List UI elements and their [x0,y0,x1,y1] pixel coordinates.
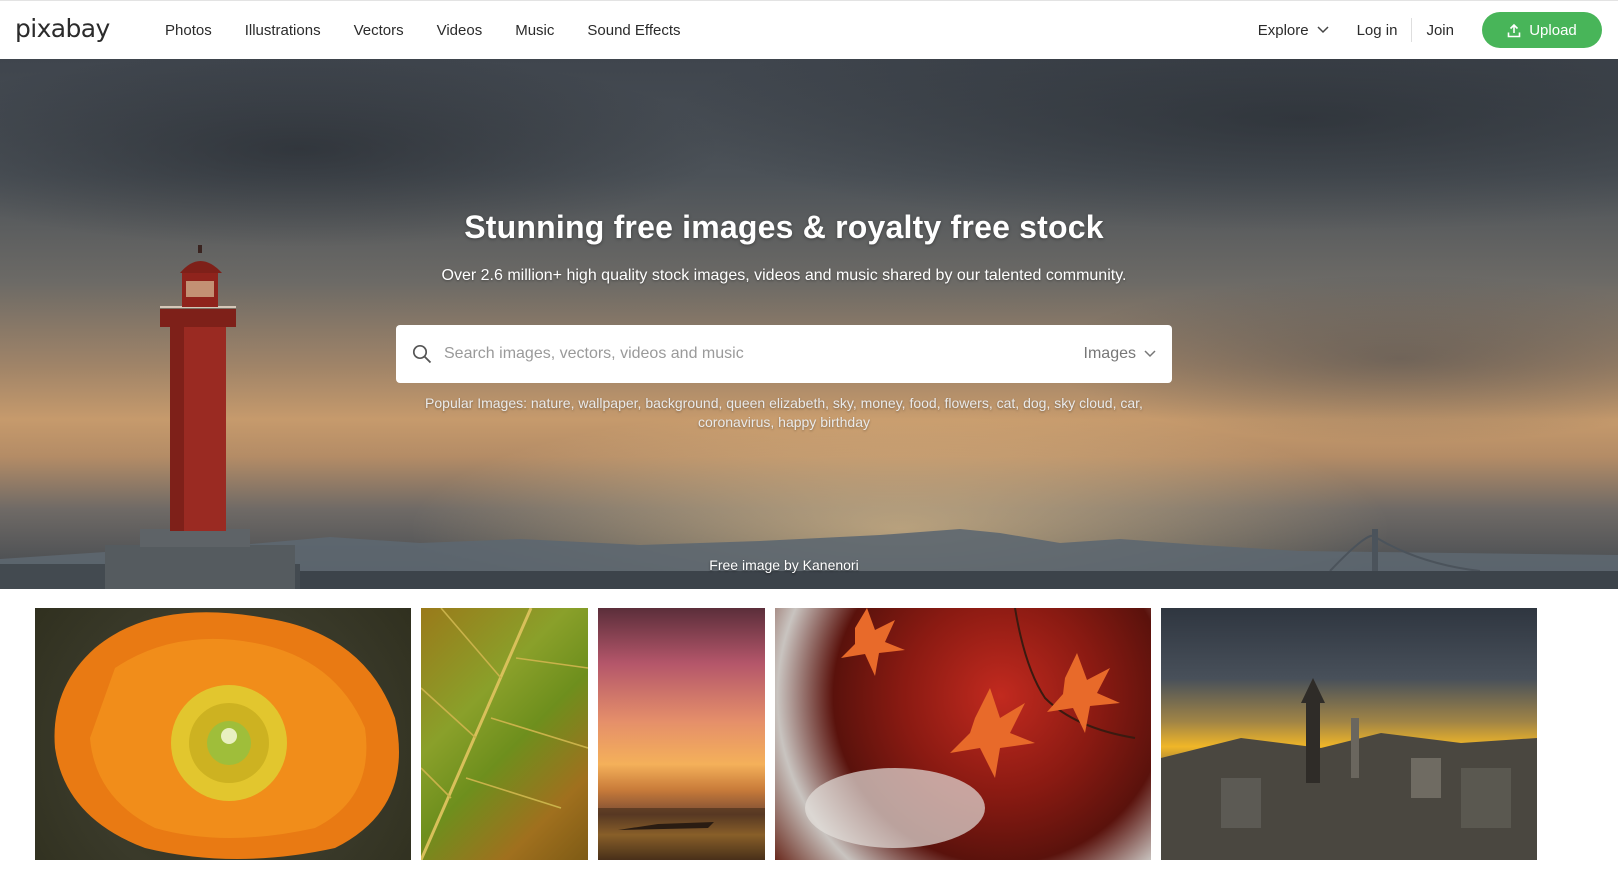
thumbnail-orange-poppy[interactable] [35,608,411,860]
popular-tag[interactable]: wallpaper [578,395,637,411]
popular-tag[interactable]: sky [833,395,853,411]
upload-icon [1507,23,1521,37]
popular-tag[interactable]: food [909,395,936,411]
search-bar: Images [396,325,1172,383]
thumbnail-red-maple-leaves[interactable] [775,608,1151,860]
popular-tag[interactable]: flowers [944,395,988,411]
header-actions: Explore Log in Join Upload [1258,1,1602,59]
image-gallery [0,589,1618,892]
nav-vectors[interactable]: Vectors [354,22,404,39]
nav-photos[interactable]: Photos [165,22,212,39]
login-link[interactable]: Log in [1357,22,1398,39]
main-nav: Photos Illustrations Vectors Videos Musi… [165,1,714,59]
maple-leaves-image [805,608,1136,848]
nav-sound-effects[interactable]: Sound Effects [587,22,680,39]
thumbnail-green-leaf[interactable] [421,608,588,860]
search-icon[interactable] [412,344,432,364]
explore-label: Explore [1257,21,1309,39]
pagoda-city-image [1161,678,1537,860]
poppy-flower-image [54,612,399,859]
leaf-image [421,608,588,860]
popular-tag[interactable]: sky cloud [1054,395,1112,411]
upload-label: Upload [1529,21,1577,39]
popular-tag[interactable]: dog [1023,395,1046,411]
popular-tag[interactable]: happy birthday [778,414,870,430]
search-input[interactable] [444,345,1084,363]
popular-tag[interactable]: car [1120,395,1139,411]
nav-music[interactable]: Music [515,22,554,39]
sunset-sea-image [598,808,765,860]
chevron-down-icon [1144,350,1156,358]
top-navigation-bar: pixabay Photos Illustrations Vectors Vid… [0,0,1618,60]
popular-prefix: Popular Images: [425,395,527,411]
lighthouse-landscape-image [0,245,1618,589]
hero-subtitle: Over 2.6 million+ high quality stock ima… [441,267,1127,284]
hero-banner: Stunning free images & royalty free stoc… [0,59,1618,589]
thumbnail-sunset-pagoda-city[interactable] [1161,608,1537,860]
popular-tag[interactable]: money [861,395,902,411]
popular-tag[interactable]: background [645,395,718,411]
pixabay-logo[interactable]: pixabay [15,14,110,43]
popular-tag[interactable]: cat [997,395,1016,411]
search-type-label: Images [1083,345,1136,362]
popular-tag[interactable]: coronavirus [698,414,770,430]
explore-menu[interactable]: Explore [1258,22,1329,39]
thumbnail-sunset-sea[interactable] [598,608,765,860]
divider [1411,18,1413,42]
chevron-down-icon [1317,26,1329,34]
popular-tag[interactable]: queen elizabeth [726,395,825,411]
nav-videos[interactable]: Videos [437,22,483,39]
hero-title: Stunning free images & royalty free stoc… [464,209,1104,245]
image-credit[interactable]: Free image by Kanenori [0,557,1568,573]
popular-searches: Popular Images: nature, wallpaper, backg… [425,395,1143,430]
nav-illustrations[interactable]: Illustrations [245,22,321,39]
upload-button[interactable]: Upload [1482,12,1602,48]
search-type-dropdown[interactable]: Images [1084,345,1156,363]
popular-tag[interactable]: nature [531,395,571,411]
join-link[interactable]: Join [1426,22,1454,39]
